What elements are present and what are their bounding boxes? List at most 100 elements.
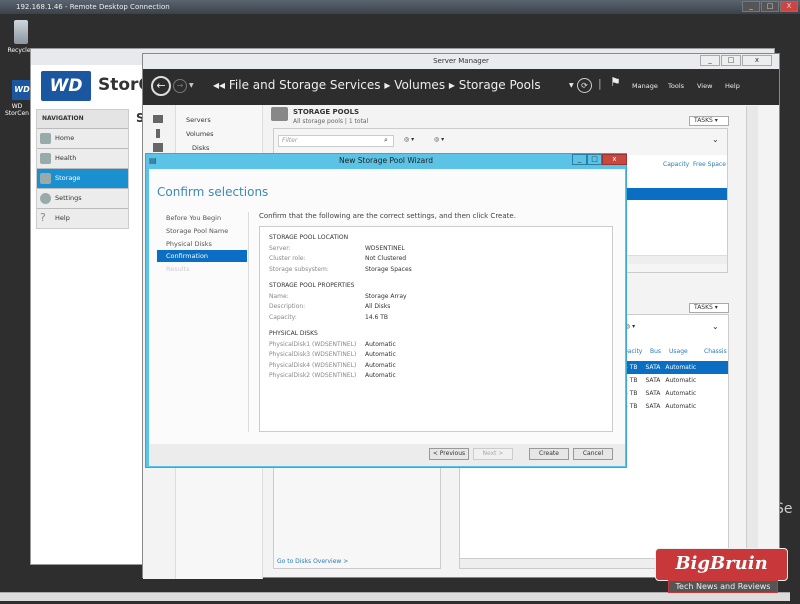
back-button[interactable]: ← [151, 76, 171, 96]
nav-item-home[interactable]: Home [37, 128, 128, 148]
new-storage-pool-wizard: ▤ New Storage Pool Wizard _ □ x Confirm … [145, 153, 627, 468]
field-label: Description: [269, 303, 306, 310]
section-title: STORAGE POOL PROPERTIES [269, 282, 355, 289]
field-value: All Disks [365, 303, 391, 310]
search-icon[interactable]: ⌕ [384, 136, 388, 145]
filter-input[interactable]: Filter [278, 135, 394, 147]
column-free-space[interactable]: Free Space [693, 161, 726, 168]
nav-item-help[interactable]: ? Help [37, 208, 128, 228]
field-value: WDSENTINEL [365, 245, 405, 252]
tasks-label: TASKS [694, 117, 713, 124]
nav-item-health[interactable]: Health [37, 148, 128, 168]
field-value: Storage Array [365, 293, 407, 300]
rdc-title-bar: 192.168.1.46 - Remote Desktop Connection [0, 0, 800, 14]
nav-servers[interactable]: Servers [186, 116, 262, 124]
step-storage-pool-name[interactable]: Storage Pool Name [166, 227, 228, 235]
refresh-icon[interactable]: ⟳ [577, 78, 592, 93]
wizard-maximize-button[interactable]: □ [587, 154, 602, 165]
pools-tasks-button[interactable]: TASKS ▾ [689, 116, 729, 126]
step-confirmation[interactable]: Confirmation [166, 252, 208, 260]
dropdown-icon[interactable]: ▼ [569, 82, 574, 89]
wizard-heading: Confirm selections [157, 185, 269, 199]
heart-icon [40, 153, 51, 164]
close-button[interactable]: x [742, 55, 772, 66]
gear-icon [40, 193, 51, 204]
create-button[interactable]: Create [529, 448, 569, 460]
server-manager-header: ← → ▼ ◂◂ File and Storage Services ▸ Vol… [143, 69, 779, 105]
dashboard-icon[interactable] [153, 115, 163, 123]
column-chassis[interactable]: Chassis [704, 348, 727, 355]
disks-tasks-button[interactable]: TASKS ▾ [689, 303, 729, 313]
breadcrumb: ◂◂ File and Storage Services ▸ Volumes ▸… [213, 78, 541, 92]
menu-view[interactable]: View [697, 82, 712, 90]
question-icon: ? [40, 211, 46, 224]
column-capacity[interactable]: Capacity [663, 161, 689, 168]
rdc-maximize-button[interactable]: □ [761, 1, 779, 12]
breadcrumb-item[interactable]: File and Storage Services [229, 78, 381, 92]
field-value: Not Clustered [365, 255, 407, 262]
nav-item-storage[interactable]: Storage [37, 168, 128, 188]
wizard-close-button[interactable]: x [602, 154, 627, 165]
column-bus[interactable]: Bus [650, 348, 661, 355]
column-usage[interactable]: Usage [669, 348, 688, 355]
nav-label: Help [55, 214, 70, 222]
menu-manage[interactable]: Manage [632, 82, 658, 90]
forward-button[interactable]: → [173, 79, 187, 93]
rdc-close-button[interactable]: X [780, 1, 798, 12]
nav-label: Storage [55, 174, 81, 182]
breadcrumb-item[interactable]: Storage Pools [459, 78, 541, 92]
recycle-bin-icon[interactable] [14, 20, 28, 44]
step-before-you-begin[interactable]: Before You Begin [166, 214, 221, 222]
wd-icon[interactable]: WD [12, 80, 32, 100]
field-label: Storage subsystem: [269, 266, 329, 273]
wizard-footer: < Previous Next > Create Cancel [149, 444, 625, 466]
go-to-disks-link[interactable]: Go to Disks Overview > [277, 558, 348, 565]
menu-tools[interactable]: Tools [668, 82, 684, 90]
rdc-horizontal-scrollbar[interactable] [0, 592, 790, 601]
query-options-icon[interactable]: ◎ ▾ [404, 136, 414, 143]
nav-header: NAVIGATION [42, 115, 84, 122]
nav-disks[interactable]: Disks [192, 144, 262, 152]
field-label: PhysicalDisk4 (WDSENTINEL) [269, 362, 357, 369]
home-icon [40, 133, 51, 144]
field-label: PhysicalDisk3 (WDSENTINEL) [269, 351, 357, 358]
window-title: Server Manager [433, 57, 489, 65]
menu-help[interactable]: Help [725, 82, 740, 90]
field-value: Automatic [365, 372, 396, 379]
field-value: Storage Spaces [365, 266, 412, 273]
field-value: Automatic [365, 362, 396, 369]
nav-item-settings[interactable]: Settings [37, 188, 128, 208]
bigbruin-logo: BigBruin [655, 548, 788, 581]
flag-icon[interactable]: ⚑ [610, 75, 621, 89]
servers-icon[interactable] [153, 143, 163, 152]
previous-button[interactable]: < Previous [429, 448, 469, 460]
wizard-title: New Storage Pool Wizard [339, 156, 433, 165]
server-manager-title-bar: Server Manager [143, 54, 779, 69]
field-value: Automatic [365, 341, 396, 348]
confirmation-box: STORAGE POOL LOCATION Server: WDSENTINEL … [259, 226, 613, 432]
maximize-button[interactable]: □ [721, 55, 741, 66]
storage-pool-icon [271, 107, 288, 121]
nav-label: Settings [55, 194, 82, 202]
next-button: Next > [473, 448, 513, 460]
rdc-title: 192.168.1.46 - Remote Desktop Connection [16, 3, 170, 11]
step-physical-disks[interactable]: Physical Disks [166, 240, 212, 248]
minimize-button[interactable]: _ [700, 55, 720, 66]
field-label: PhysicalDisk2 (WDSENTINEL) [269, 372, 357, 379]
server-icon[interactable] [156, 129, 160, 138]
pools-title: STORAGE POOLS [293, 108, 360, 116]
collapse-icon[interactable]: ⌄ [712, 135, 719, 144]
field-label: Cluster role: [269, 255, 306, 262]
rdc-minimize-button[interactable]: _ [742, 1, 760, 12]
save-query-icon[interactable]: ◎ ▾ [434, 136, 444, 143]
step-results: Results [166, 265, 190, 273]
cancel-button[interactable]: Cancel [573, 448, 613, 460]
collapse-icon[interactable]: ⌄ [712, 322, 719, 331]
breadcrumb-item[interactable]: Volumes [394, 78, 445, 92]
vertical-scrollbar[interactable] [746, 106, 758, 576]
history-dropdown-icon[interactable]: ▼ [189, 82, 194, 89]
nav-volumes[interactable]: Volumes [186, 130, 262, 138]
wizard-minimize-button[interactable]: _ [572, 154, 587, 165]
tasks-label: TASKS [694, 304, 713, 311]
nav-label: Health [55, 154, 77, 162]
